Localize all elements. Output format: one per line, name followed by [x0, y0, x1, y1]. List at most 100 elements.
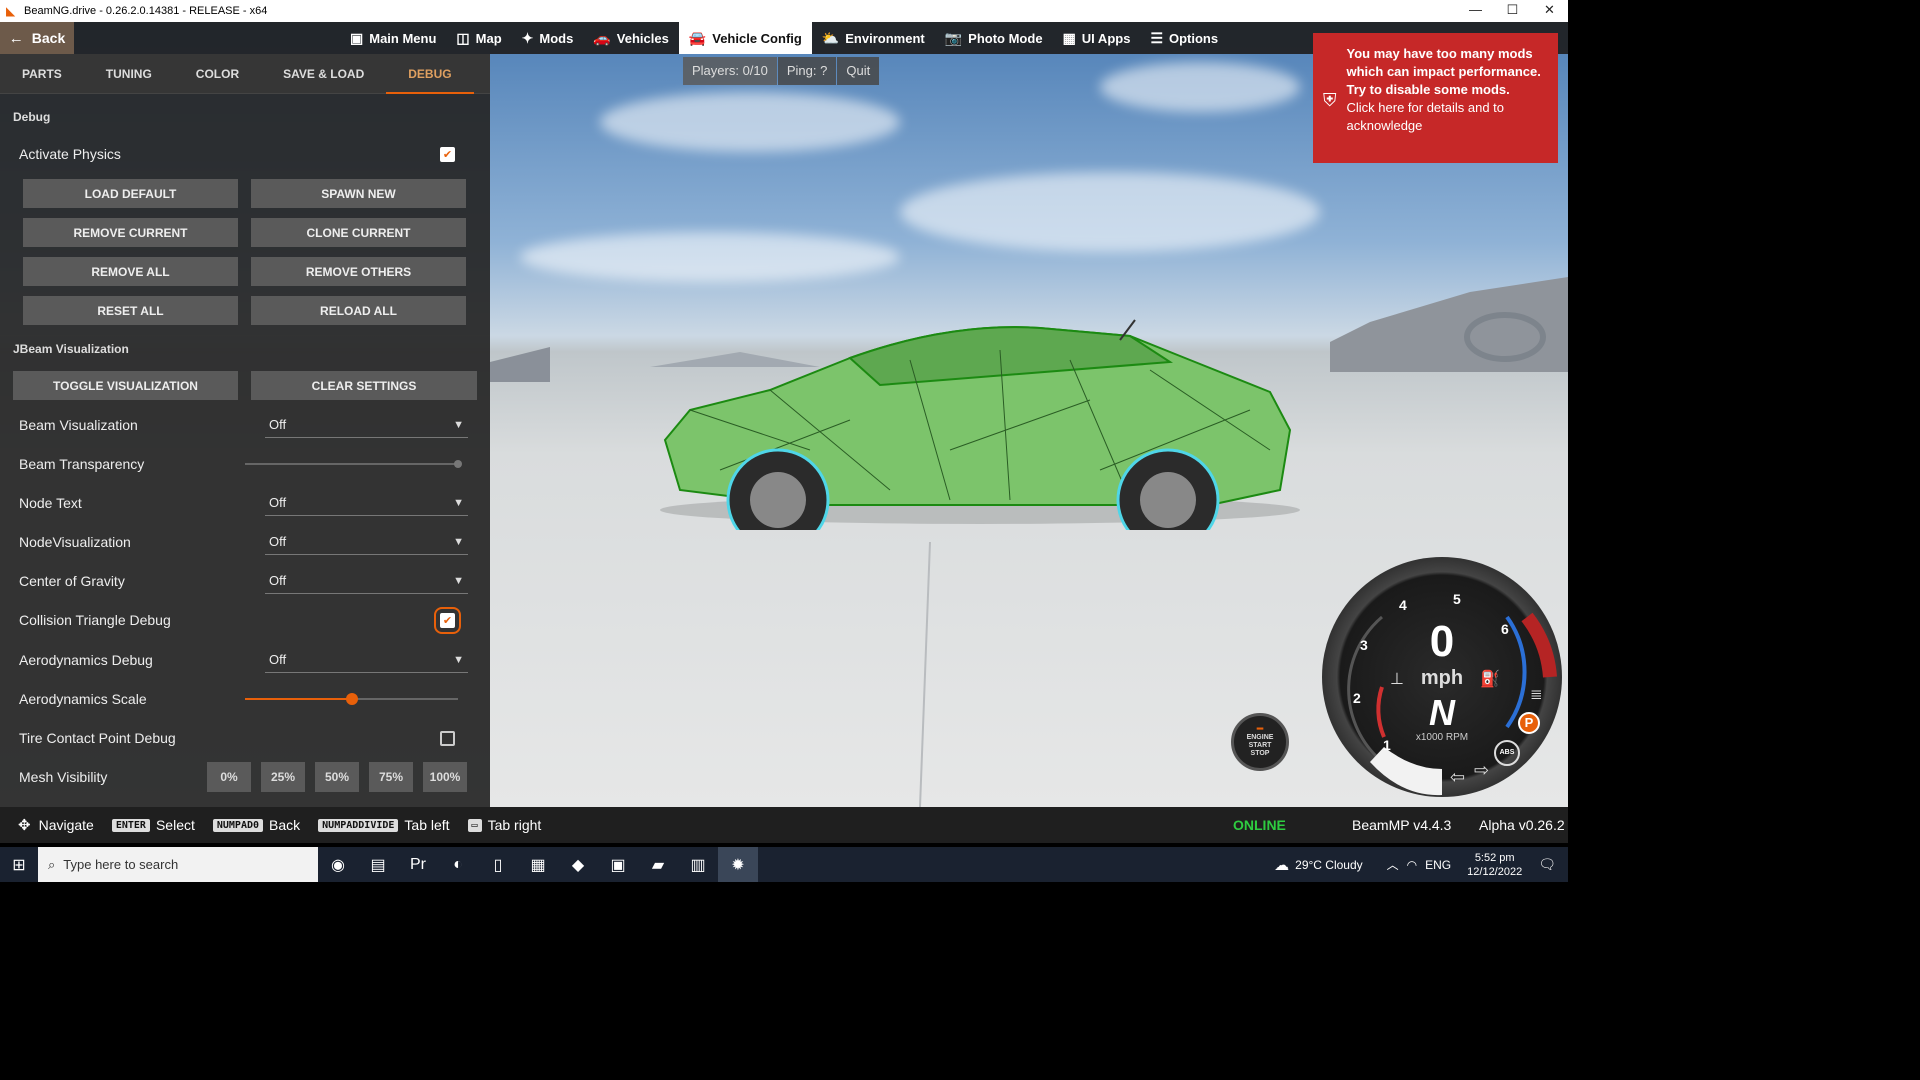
premiere-icon[interactable]: Pr — [398, 847, 438, 882]
mesh-visibility-75-button[interactable]: 75% — [369, 762, 413, 792]
remove-others-button[interactable]: REMOVE OTHERS — [251, 257, 466, 286]
reload-all-button[interactable]: RELOAD ALL — [251, 296, 466, 325]
node-visualization-value: Off — [269, 534, 287, 549]
hint-select-label: Select — [155, 817, 195, 833]
main-menu-icon: ▣ — [350, 29, 364, 46]
node-text-row: Node Text Off ▼ — [0, 487, 490, 519]
remove-current-button[interactable]: REMOVE CURRENT — [23, 218, 238, 247]
abs-indicator: ABS — [1494, 740, 1520, 766]
language-indicator[interactable]: ENG — [1425, 858, 1451, 872]
maximize-button[interactable]: ☐ — [1494, 0, 1531, 22]
remove-all-button[interactable]: REMOVE ALL — [23, 257, 238, 286]
tab-debug[interactable]: DEBUG — [386, 54, 474, 94]
minimize-button[interactable]: — — [1457, 0, 1494, 22]
nav-mods[interactable]: ✦ Mods — [512, 22, 584, 54]
activate-physics-checkbox[interactable]: ✔ — [440, 146, 455, 162]
ui-apps-icon: ▦ — [1062, 29, 1076, 46]
archive-icon[interactable]: ▦ — [518, 847, 558, 882]
spawn-new-button[interactable]: SPAWN NEW — [251, 179, 466, 208]
center-of-gravity-select[interactable]: Off ▼ — [265, 568, 468, 594]
car-wireframe-vehicle[interactable] — [650, 300, 1310, 530]
tire-contact-row: Tire Contact Point Debug — [0, 722, 490, 754]
nav-vehicle-config[interactable]: 🚘 Vehicle Config — [678, 22, 812, 54]
node-text-select[interactable]: Off ▼ — [265, 490, 468, 516]
tab-tuning[interactable]: TUNING — [84, 54, 174, 94]
wifi-icon[interactable]: ◠ — [1407, 858, 1417, 872]
toggle-visualization-button[interactable]: TOGGLE VISUALIZATION — [13, 371, 238, 400]
nav-vehicles[interactable]: 🚗 Vehicles — [583, 22, 678, 54]
nav-main-menu[interactable]: ▣ Main Menu — [340, 22, 446, 54]
close-button[interactable]: ✕ — [1531, 0, 1568, 22]
tab-save-load[interactable]: SAVE & LOAD — [261, 54, 386, 94]
nav-map[interactable]: ◫ Map — [446, 22, 511, 54]
arrow-left-icon: ← — [8, 29, 24, 47]
aero-debug-select[interactable]: Off ▼ — [265, 647, 468, 673]
tire-contact-checkbox[interactable] — [440, 730, 455, 746]
quit-button[interactable]: Quit — [837, 57, 880, 85]
clear-settings-button[interactable]: CLEAR SETTINGS — [251, 371, 477, 400]
beam-visualization-select[interactable]: Off ▼ — [265, 412, 468, 438]
power-icon: ━ — [1256, 724, 1264, 735]
players-count: Players: 0/10 — [683, 57, 777, 85]
weather-text[interactable]: 29°C Cloudy — [1295, 858, 1363, 872]
center-of-gravity-label: Center of Gravity — [19, 573, 125, 589]
mesh-visibility-25-button[interactable]: 25% — [261, 762, 305, 792]
game-icon[interactable]: ◆ — [558, 847, 598, 882]
edge-icon[interactable]: ◐ — [438, 847, 478, 882]
hint-select: ENTER Select — [111, 817, 195, 833]
clock[interactable]: 5:52 pm 12/12/2022 — [1467, 851, 1522, 879]
back-button[interactable]: ← Back — [0, 22, 74, 54]
folder-icon[interactable]: ▰ — [638, 847, 678, 882]
aero-scale-label: Aerodynamics Scale — [19, 691, 147, 707]
chrome-icon[interactable]: ◉ — [318, 847, 358, 882]
mods-warning-toast[interactable]: ⛨ You may have too many mods which can i… — [1313, 33, 1558, 163]
debug-section-title: Debug — [13, 110, 51, 124]
camera-icon: 📷 — [944, 29, 963, 46]
slider-handle[interactable] — [345, 693, 358, 705]
file-icon[interactable]: ▯ — [478, 847, 518, 882]
windows-taskbar: ⊞ ⌕ Type here to search ◉ ▤ Pr ◐ ▯ ▦ ◆ ▣… — [0, 847, 1568, 882]
winrar-icon[interactable]: ▥ — [678, 847, 718, 882]
engine-start-stop-button[interactable]: ━ ENGINE START STOP — [1231, 713, 1289, 771]
nav-environment[interactable]: ⛅ Environment — [812, 22, 935, 54]
warning-acknowledge-link[interactable]: Click here for details and to acknowledg… — [1347, 99, 1549, 135]
enter-key-icon: ENTER — [111, 818, 150, 832]
taskbar-search-box[interactable]: ⌕ Type here to search — [38, 847, 318, 882]
center-of-gravity-row: Center of Gravity Off ▼ — [0, 565, 490, 597]
beammp-version: BeamMP v4.4.3 — [1352, 817, 1452, 833]
nav-ui-apps[interactable]: ▦ UI Apps — [1053, 22, 1141, 54]
node-visualization-select[interactable]: Off ▼ — [265, 529, 468, 555]
clock-time: 5:52 pm — [1474, 851, 1515, 864]
map-icon: ◫ — [456, 29, 470, 46]
chevron-up-icon[interactable]: ︿ — [1387, 856, 1399, 873]
nav-options[interactable]: ☰ Options — [1140, 22, 1228, 54]
shield-icon: ⛨ — [1323, 90, 1337, 110]
tab-parts[interactable]: PARTS — [0, 54, 84, 94]
aero-debug-label: Aerodynamics Debug — [19, 652, 153, 668]
tab-color[interactable]: COLOR — [174, 54, 261, 94]
beam-visualization-value: Off — [269, 417, 287, 432]
clone-current-button[interactable]: CLONE CURRENT — [251, 218, 466, 247]
mesh-visibility-100-button[interactable]: 100% — [423, 762, 467, 792]
notification-icon[interactable]: 🗨 — [1538, 856, 1556, 873]
hint-tab-right: ▭ Tab right — [467, 817, 541, 833]
collision-triangle-checkbox[interactable]: ✔ — [434, 606, 461, 634]
load-default-button[interactable]: LOAD DEFAULT — [23, 179, 238, 208]
hint-tab-left: NUMPADDIVIDE Tab left — [318, 817, 450, 833]
reset-all-button[interactable]: RESET ALL — [23, 296, 238, 325]
windows-start-icon[interactable]: ⊞ — [0, 855, 38, 875]
beam-transparency-slider[interactable] — [245, 460, 462, 468]
mesh-visibility-50-button[interactable]: 50% — [315, 762, 359, 792]
teams-icon[interactable]: ▤ — [358, 847, 398, 882]
vehicle-config-panel: PARTS TUNING COLOR SAVE & LOAD DEBUG Deb… — [0, 54, 490, 807]
slider-handle[interactable] — [454, 460, 462, 468]
tire-contact-label: Tire Contact Point Debug — [19, 730, 176, 746]
hint-navigate: ✥ Navigate — [18, 816, 94, 834]
media-icon[interactable]: ▣ — [598, 847, 638, 882]
aero-scale-slider[interactable] — [245, 693, 458, 705]
mesh-visibility-0-button[interactable]: 0% — [207, 762, 251, 792]
window-title: BeamNG.drive - 0.26.2.0.14381 - RELEASE … — [24, 5, 268, 17]
nav-photo-mode[interactable]: 📷 Photo Mode — [935, 22, 1053, 54]
aero-scale-row: Aerodynamics Scale — [0, 683, 490, 715]
beammp-icon[interactable]: ✹ — [718, 847, 758, 882]
